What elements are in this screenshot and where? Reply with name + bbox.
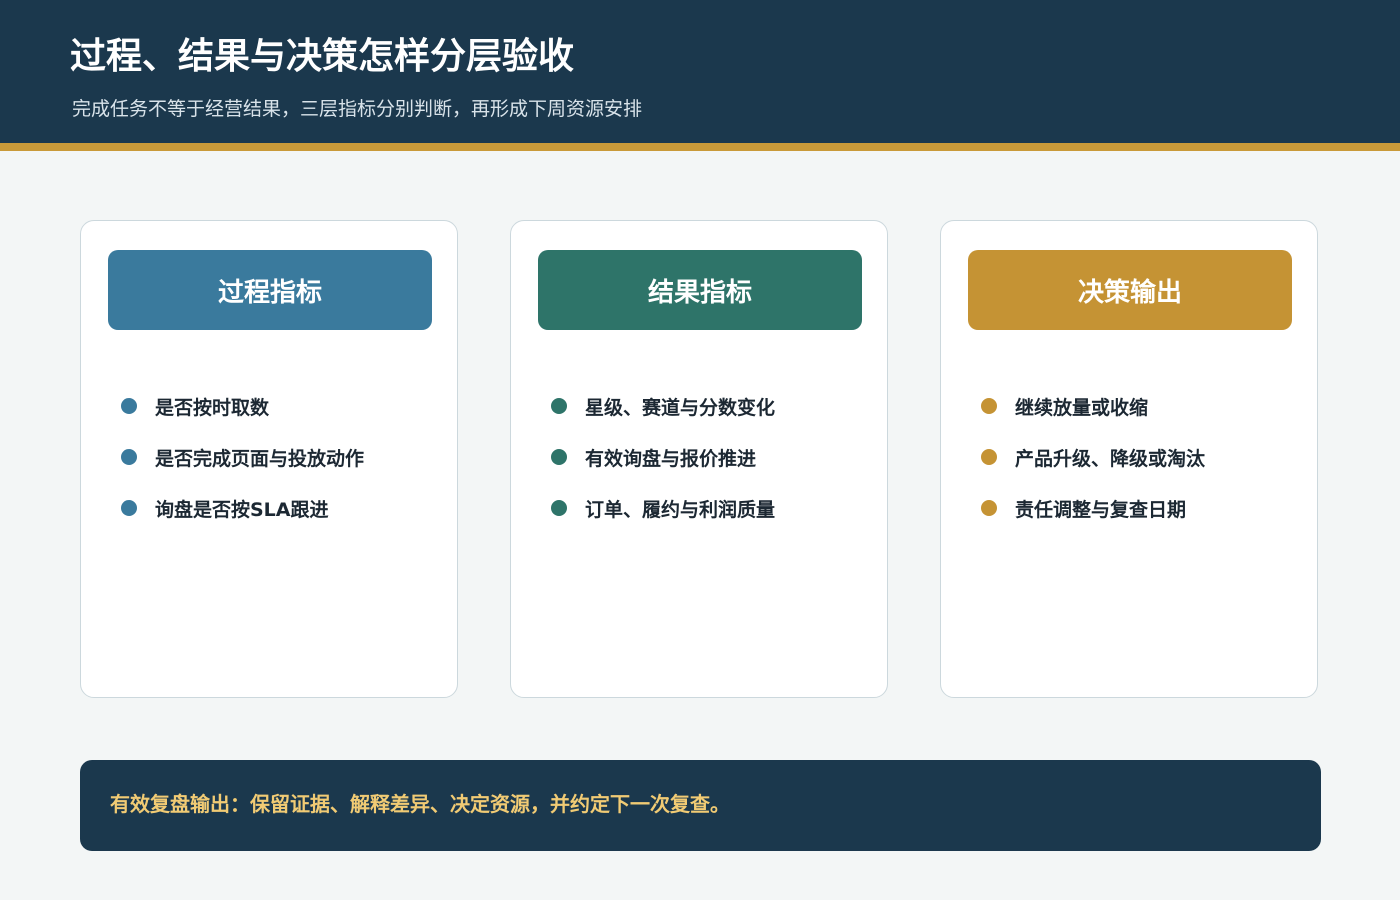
list-item-label: 星级、赛道与分数变化 [585, 396, 776, 419]
list-item: 询盘是否按SLA跟进 [121, 493, 329, 523]
bullet-dot-icon [121, 449, 137, 465]
card-process-metrics: 过程指标 是否按时取数 是否完成页面与投放动作 询盘是否按SLA跟进 [80, 220, 458, 698]
header-banner: 过程、结果与决策怎样分层验收 完成任务不等于经营结果，三层指标分别判断，再形成下… [0, 0, 1400, 143]
bullet-dot-icon [981, 449, 997, 465]
page-subtitle: 完成任务不等于经营结果，三层指标分别判断，再形成下周资源安排 [72, 98, 643, 120]
list-item: 有效询盘与报价推进 [551, 442, 756, 472]
list-item: 产品升级、降级或淘汰 [981, 442, 1205, 472]
bullet-dot-icon [121, 398, 137, 414]
list-item: 订单、履约与利润质量 [551, 493, 775, 523]
card-header: 过程指标 [108, 250, 432, 330]
bullet-dot-icon [551, 500, 567, 516]
list-item-label: 有效询盘与报价推进 [585, 447, 757, 470]
page-title: 过程、结果与决策怎样分层验收 [70, 36, 575, 77]
bullet-dot-icon [551, 449, 567, 465]
list-item: 责任调整与复查日期 [981, 493, 1186, 523]
list-item: 星级、赛道与分数变化 [551, 391, 775, 421]
list-item-label: 订单、履约与利润质量 [585, 498, 776, 521]
list-item-label: 继续放量或收缩 [1015, 396, 1149, 419]
list-item: 是否完成页面与投放动作 [121, 442, 364, 472]
bullet-dot-icon [981, 500, 997, 516]
card-header: 结果指标 [538, 250, 862, 330]
list-item-label: 是否完成页面与投放动作 [155, 447, 365, 470]
list-item-label: 询盘是否按SLA跟进 [155, 498, 329, 521]
list-item-label: 责任调整与复查日期 [1015, 498, 1187, 521]
card-header: 决策输出 [968, 250, 1292, 330]
bullet-dot-icon [551, 398, 567, 414]
header-accent-rule [0, 143, 1400, 151]
summary-banner: 有效复盘输出：保留证据、解释差异、决定资源，并约定下一次复查。 [80, 760, 1321, 851]
list-item: 继续放量或收缩 [981, 391, 1148, 421]
bullet-dot-icon [121, 500, 137, 516]
list-item-label: 是否按时取数 [155, 396, 270, 419]
list-item: 是否按时取数 [121, 391, 269, 421]
card-decision-output: 决策输出 继续放量或收缩 产品升级、降级或淘汰 责任调整与复查日期 [940, 220, 1318, 698]
bullet-dot-icon [981, 398, 997, 414]
summary-text: 有效复盘输出：保留证据、解释差异、决定资源，并约定下一次复查。 [110, 792, 730, 816]
list-item-label: 产品升级、降级或淘汰 [1015, 447, 1206, 470]
card-result-metrics: 结果指标 星级、赛道与分数变化 有效询盘与报价推进 订单、履约与利润质量 [510, 220, 888, 698]
